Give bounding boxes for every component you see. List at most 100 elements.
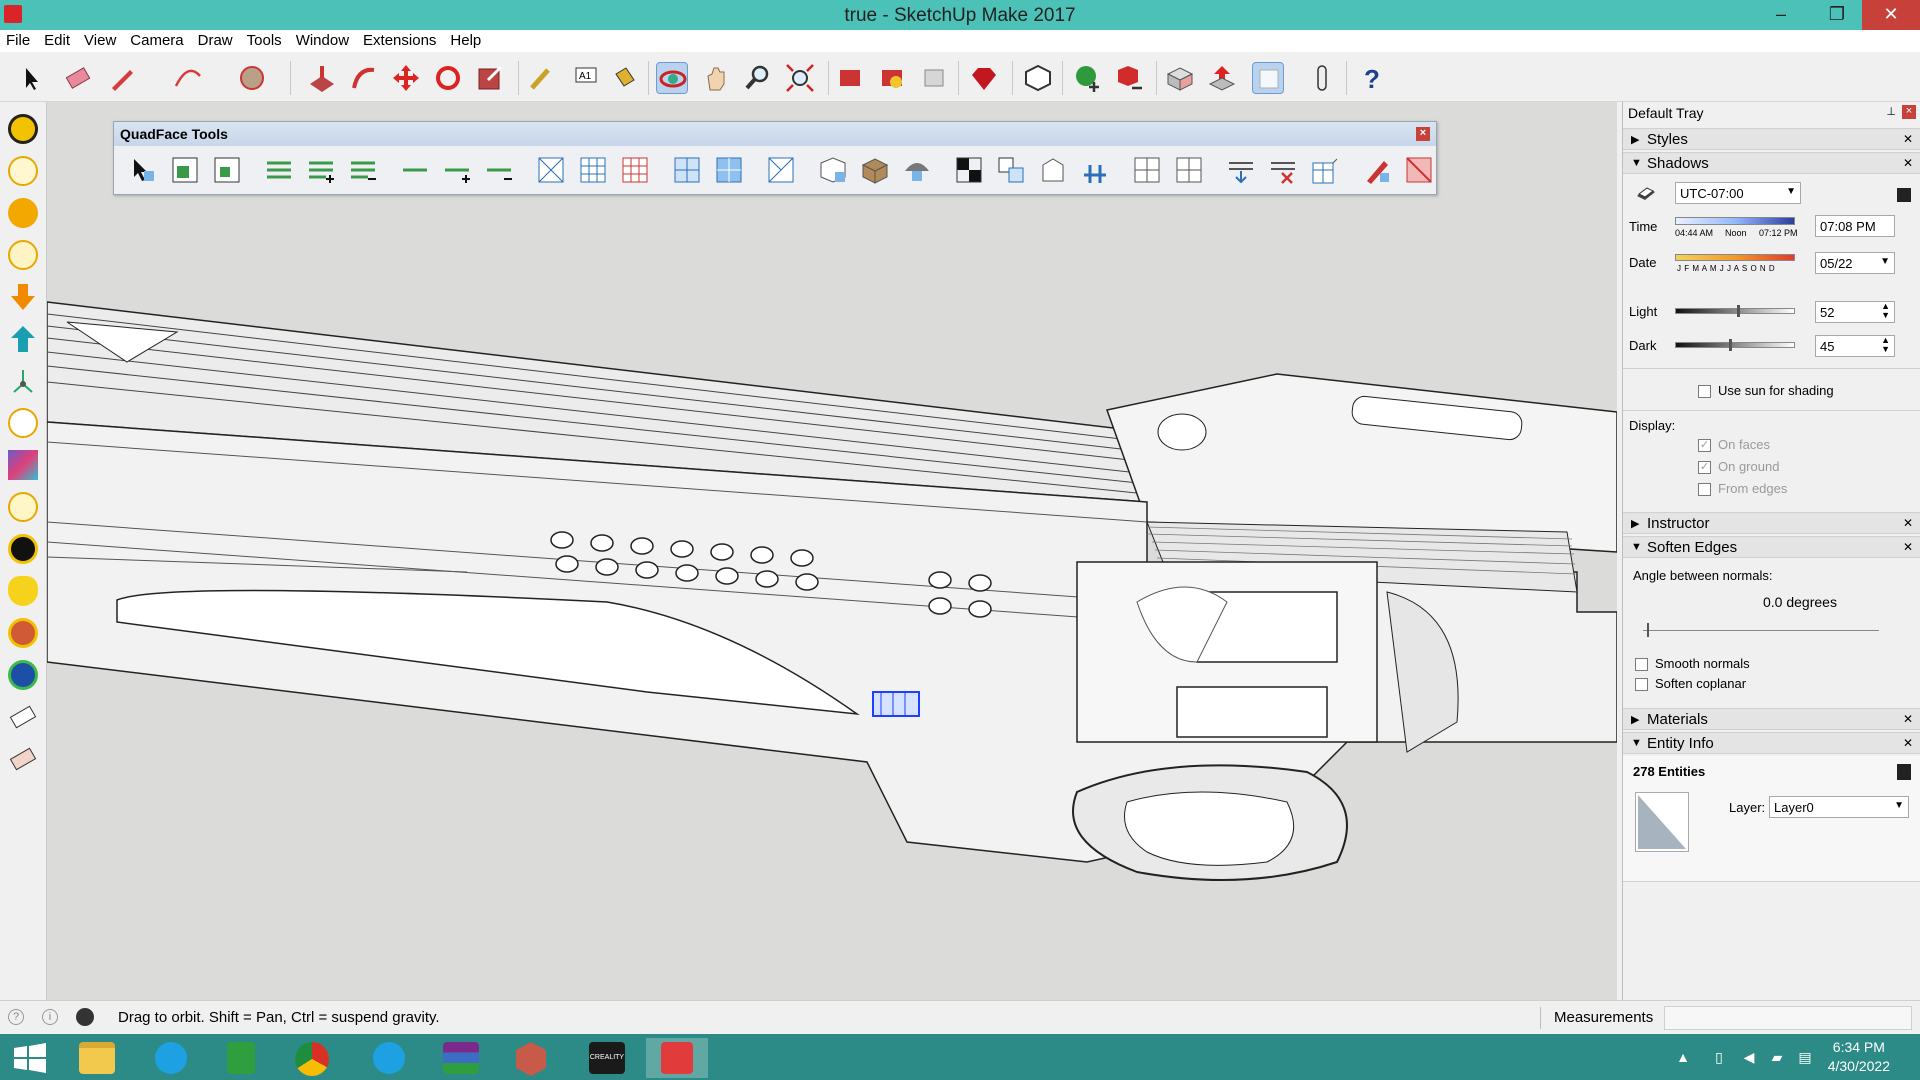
start-button[interactable] [0, 1038, 62, 1078]
qf-planar-icon[interactable] [1404, 155, 1434, 185]
angle-slider[interactable] [1643, 630, 1879, 631]
soften-coplanar-checkbox[interactable] [1635, 678, 1648, 691]
quadface-toolbar[interactable]: QuadFace Tools × [113, 121, 1437, 195]
menu-file[interactable]: File [0, 30, 38, 49]
angle-slider-thumb[interactable] [1647, 623, 1649, 637]
warehouse-icon[interactable] [834, 62, 866, 94]
timezone-select[interactable]: UTC-07:00 ▼ [1675, 182, 1801, 204]
section-close-icon[interactable]: ✕ [1903, 516, 1913, 530]
qf-select-icon[interactable] [128, 155, 158, 185]
measurements-input[interactable] [1664, 1006, 1912, 1030]
action-center-icon[interactable]: ▤ [1798, 1050, 1812, 1064]
creality-icon[interactable]: CREALITY [576, 1038, 638, 1078]
layout-icon[interactable] [918, 62, 950, 94]
shield-icon[interactable] [8, 576, 38, 606]
volume-icon[interactable]: ◀ [1742, 1050, 1756, 1064]
qf-quad-icon[interactable] [672, 155, 702, 185]
shadow-detail-toggle-icon[interactable] [1897, 188, 1911, 202]
credits-icon[interactable]: i [42, 1009, 58, 1025]
circle-icon[interactable] [236, 62, 268, 94]
qf-ring-remove-icon[interactable] [348, 155, 378, 185]
section-shadows-header[interactable]: ▼ Shadows ✕ [1623, 152, 1920, 174]
axes-icon[interactable] [8, 366, 38, 396]
share-model-icon[interactable] [1206, 62, 1238, 94]
photo-texture-icon[interactable] [1164, 62, 1196, 94]
walk-icon[interactable] [1306, 62, 1338, 94]
qf-triangulate-icon[interactable] [766, 155, 796, 185]
eraser-icon[interactable] [62, 62, 94, 94]
menu-camera[interactable]: Camera [124, 30, 191, 49]
on-faces-checkbox[interactable]: ✓ [1698, 439, 1711, 452]
qf-offset-icon[interactable] [1310, 155, 1340, 185]
light-slider[interactable] [1675, 305, 1795, 317]
section-styles-header[interactable]: ▶ Styles ✕ [1623, 128, 1920, 150]
show-hidden-icons-icon[interactable]: ▲ [1676, 1050, 1690, 1064]
menu-edit[interactable]: Edit [38, 30, 78, 49]
paint-bucket-icon[interactable] [608, 62, 640, 94]
qf-region-icon[interactable] [536, 155, 566, 185]
move-icon[interactable] [390, 62, 422, 94]
qf-loop-remove-icon[interactable] [484, 155, 514, 185]
quadface-title-bar[interactable]: QuadFace Tools × [114, 122, 1436, 146]
eraser-small-icon[interactable] [8, 702, 38, 732]
qf-remove-edges-icon[interactable] [1268, 155, 1298, 185]
up-arrow-icon[interactable] [8, 324, 38, 354]
menu-extensions[interactable]: Extensions [357, 30, 444, 49]
qf-ring-add-icon[interactable] [306, 155, 336, 185]
light-slider-thumb[interactable] [1737, 305, 1741, 317]
face-icon[interactable] [8, 618, 38, 648]
on-ground-checkbox[interactable]: ✓ [1698, 461, 1711, 474]
dark-slider[interactable] [1675, 339, 1795, 351]
help-icon[interactable]: ? [1356, 62, 1388, 94]
section-close-icon[interactable]: ✕ [1903, 132, 1913, 146]
zoom-extents-icon[interactable] [784, 62, 816, 94]
dark-slider-thumb[interactable] [1729, 339, 1733, 351]
orbit-icon[interactable] [656, 62, 688, 94]
restore-button[interactable]: ❐ [1814, 0, 1860, 30]
use-sun-checkbox[interactable] [1698, 385, 1711, 398]
menu-window[interactable]: Window [290, 30, 357, 49]
pan-icon[interactable] [700, 62, 732, 94]
device-icon[interactable]: ▯ [1712, 1050, 1726, 1064]
section-instructor-header[interactable]: ▶ Instructor ✕ [1623, 512, 1920, 534]
text-icon[interactable]: A1 [568, 62, 600, 94]
orange-hex-icon[interactable] [8, 198, 38, 228]
section-close-icon[interactable]: ✕ [1903, 540, 1913, 554]
shadow-toggle-icon[interactable] [1635, 184, 1657, 202]
xray-icon[interactable] [1252, 62, 1284, 94]
qf-grid-icon[interactable] [578, 155, 608, 185]
add-location-icon[interactable] [1072, 62, 1104, 94]
follow-me-icon[interactable] [348, 62, 380, 94]
date-slider[interactable] [1675, 254, 1795, 261]
qf-grow-icon[interactable] [170, 155, 200, 185]
hex-icon[interactable] [8, 240, 38, 270]
extension-warehouse-icon[interactable] [876, 62, 908, 94]
sketchup-taskbar-icon[interactable] [646, 1038, 708, 1078]
eraser-alt-icon[interactable] [8, 744, 38, 774]
qf-wire-alt-icon[interactable] [1174, 155, 1204, 185]
smooth-normals-checkbox[interactable] [1635, 658, 1648, 671]
qf-shrink-icon[interactable] [212, 155, 242, 185]
down-arrow-icon[interactable] [8, 282, 38, 312]
outline-icon[interactable] [8, 408, 38, 438]
qf-unwrap-icon[interactable] [996, 155, 1026, 185]
qf-pencil-icon[interactable] [1362, 155, 1392, 185]
taskbar-clock[interactable]: 6:34 PM 4/30/2022 [1828, 1038, 1890, 1076]
user-account-icon[interactable] [76, 1008, 94, 1026]
stepper-icon[interactable]: ▲ ▼ [1881, 336, 1890, 354]
section-icon[interactable] [8, 450, 38, 480]
qf-mesh-icon[interactable] [902, 155, 932, 185]
tray-pin-icon[interactable]: ⊥ [1886, 105, 1896, 118]
section-close-icon[interactable]: ✕ [1903, 736, 1913, 750]
ruby-icon[interactable] [968, 62, 1000, 94]
qf-ring-icon[interactable] [264, 155, 294, 185]
qf-grid-red-icon[interactable] [620, 155, 650, 185]
push-pull-icon[interactable] [306, 62, 338, 94]
time-field[interactable]: 07:08 PM [1815, 215, 1895, 237]
menu-view[interactable]: View [78, 30, 124, 49]
date-field[interactable]: 05/22 ▼ [1815, 252, 1895, 274]
pencil-icon[interactable] [106, 62, 138, 94]
tape-measure-icon[interactable] [526, 62, 558, 94]
section-close-icon[interactable]: ✕ [1903, 712, 1913, 726]
layer-select[interactable]: Layer0 ▼ [1769, 796, 1909, 818]
